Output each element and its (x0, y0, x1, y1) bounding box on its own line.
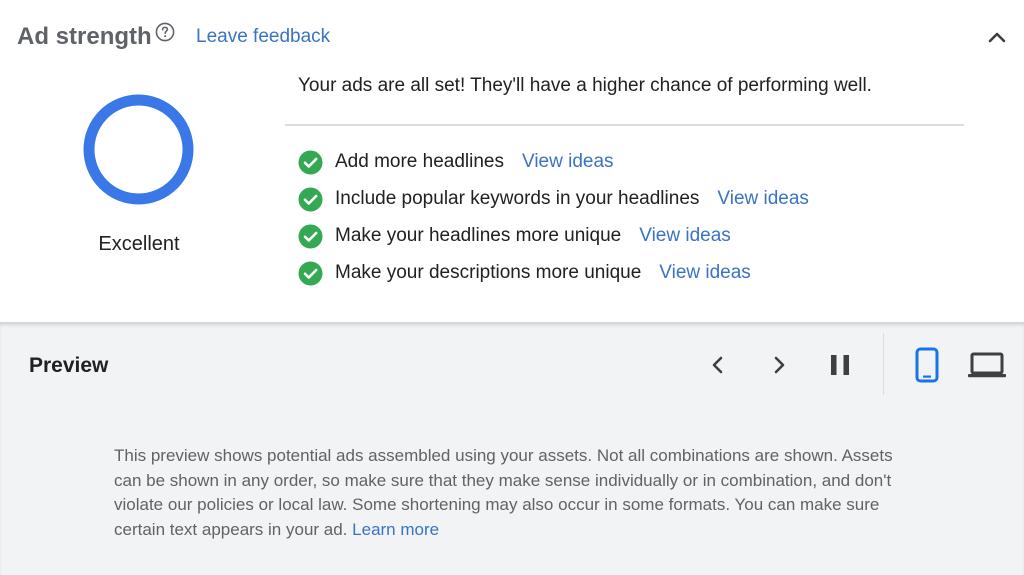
suggestion-item: Make your headlines more unique View ide… (298, 224, 809, 261)
suggestion-item: Add more headlines View ideas (298, 150, 809, 187)
desktop-device-icon[interactable] (967, 347, 1007, 383)
leave-feedback-link[interactable]: Leave feedback (196, 25, 330, 49)
view-ideas-link[interactable]: View ideas (659, 261, 751, 285)
suggestion-item: Include popular keywords in your headlin… (298, 187, 809, 224)
divider (285, 124, 964, 126)
preview-panel: Preview This preview shows potential ads… (0, 322, 1024, 575)
chevron-up-icon[interactable] (984, 25, 1010, 51)
suggestion-text: Include popular keywords in your headlin… (335, 188, 700, 209)
pause-icon[interactable] (825, 350, 855, 380)
previous-icon[interactable] (703, 350, 733, 380)
view-ideas-link[interactable]: View ideas (717, 187, 809, 211)
check-circle-icon (298, 224, 323, 249)
ad-strength-ring (83, 94, 194, 205)
learn-more-link[interactable]: Learn more (352, 520, 439, 539)
suggestion-text: Make your headlines more unique (335, 225, 622, 246)
ad-strength-title: Ad strength (17, 23, 152, 50)
ad-strength-panel: Ad strength Leave feedback Excellent You… (0, 0, 1024, 322)
mobile-device-icon[interactable] (912, 347, 942, 383)
suggestion-list: Add more headlines View ideas Include po… (298, 150, 809, 298)
help-icon[interactable] (155, 22, 175, 42)
suggestion-item: Make your descriptions more unique View … (298, 261, 809, 298)
check-circle-icon (298, 187, 323, 212)
check-circle-icon (298, 150, 323, 175)
disclaimer-text: This preview shows potential ads assembl… (114, 446, 893, 539)
ad-strength-rating: Excellent (98, 233, 180, 255)
controls-divider (883, 333, 884, 395)
view-ideas-link[interactable]: View ideas (639, 224, 731, 248)
status-message: Your ads are all set! They'll have a hig… (298, 75, 872, 96)
preview-title: Preview (29, 354, 109, 377)
preview-disclaimer: This preview shows potential ads assembl… (114, 444, 914, 542)
ad-strength-preview-window: Ad strength Leave feedback Excellent You… (0, 0, 1024, 575)
view-ideas-link[interactable]: View ideas (522, 150, 614, 174)
suggestion-text: Add more headlines (335, 151, 504, 172)
next-icon[interactable] (764, 350, 794, 380)
suggestion-text: Make your descriptions more unique (335, 262, 642, 283)
check-circle-icon (298, 261, 323, 286)
